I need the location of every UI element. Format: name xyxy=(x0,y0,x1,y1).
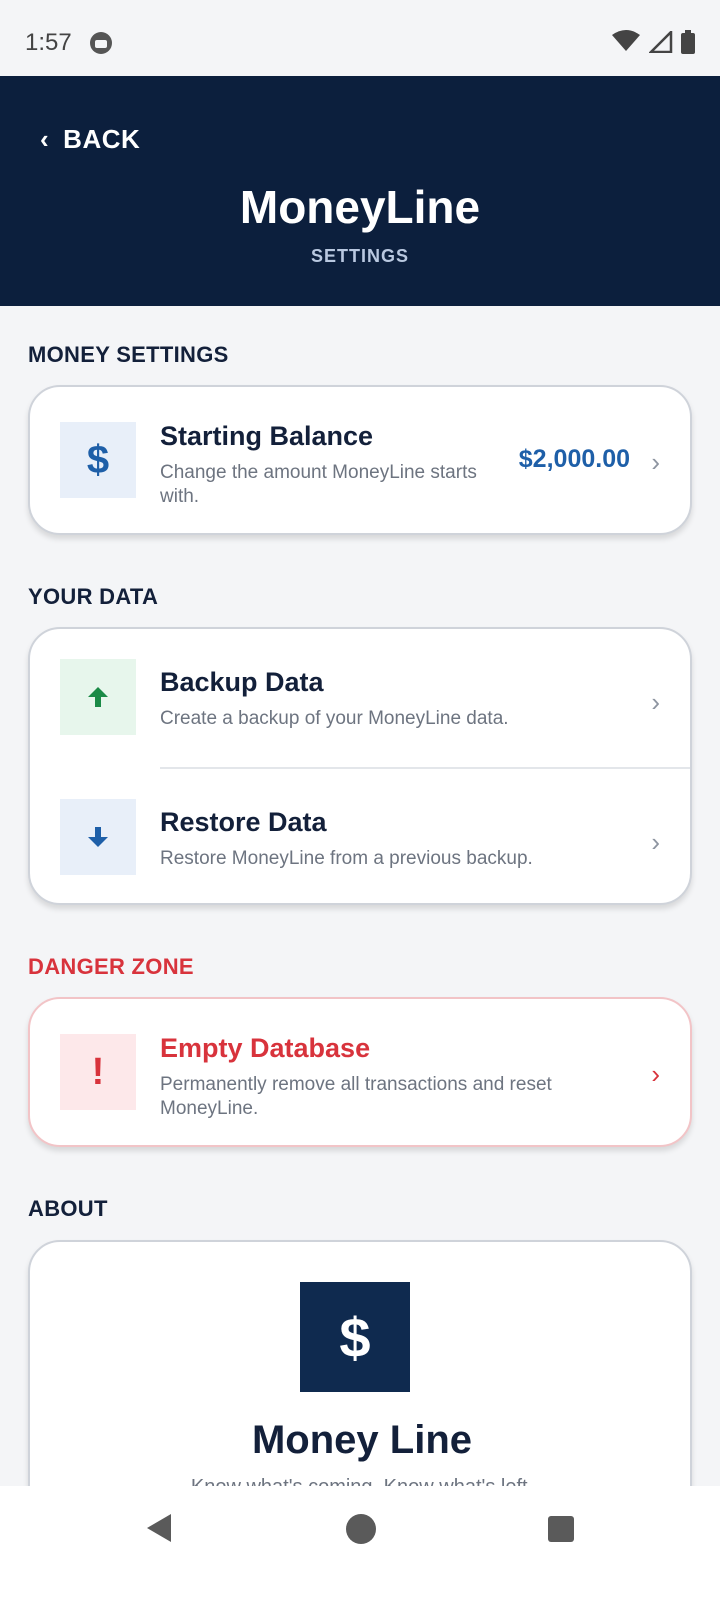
section-label-about: ABOUT xyxy=(28,1196,108,1221)
starting-balance-value: $2,000.00 xyxy=(518,445,630,473)
battery-icon xyxy=(681,30,695,54)
arrow-down-icon xyxy=(60,799,136,875)
backup-data-title: Backup Data xyxy=(160,667,324,697)
restore-data-title: Restore Data xyxy=(160,807,327,837)
back-label: BACK xyxy=(63,124,141,154)
nav-back-icon[interactable] xyxy=(145,1512,173,1544)
starting-balance-description: Change the amount MoneyLine starts with. xyxy=(160,462,477,507)
chevron-right-icon: › xyxy=(651,827,660,857)
dollar-icon: $ xyxy=(339,1305,371,1369)
exclamation-icon: ! xyxy=(60,1034,136,1110)
empty-database-description: Permanently remove all transactions and … xyxy=(160,1074,552,1119)
about-app-name: Money Line xyxy=(251,1418,473,1462)
backup-data-description: Create a backup of your MoneyLine data. xyxy=(160,708,509,729)
money-settings-card: $ Starting Balance Change the amount Mon… xyxy=(28,385,692,535)
chevron-right-icon: › xyxy=(651,1059,660,1089)
backup-data-row[interactable]: Backup Data Create a backup of your Mone… xyxy=(30,629,690,767)
wifi-icon xyxy=(612,30,640,51)
restore-data-row[interactable]: Restore Data Restore MoneyLine from a pr… xyxy=(30,769,690,903)
chevron-left-icon: ‹ xyxy=(40,124,50,154)
chevron-right-icon: › xyxy=(651,687,660,717)
chevron-right-icon: › xyxy=(651,447,660,477)
status-bar: 1:57 xyxy=(0,0,720,76)
empty-database-row[interactable]: ! Empty Database Permanently remove all … xyxy=(30,999,690,1145)
empty-database-title: Empty Database xyxy=(160,1033,371,1063)
restore-data-description: Restore MoneyLine from a previous backup… xyxy=(160,848,533,869)
system-nav-bar xyxy=(0,1486,720,1600)
page-title: MoneyLine xyxy=(239,181,481,233)
back-button[interactable]: ‹ BACK xyxy=(40,124,140,155)
starting-balance-row[interactable]: $ Starting Balance Change the amount Mon… xyxy=(30,387,690,533)
arrow-up-icon xyxy=(60,659,136,735)
section-label-danger-zone: DANGER ZONE xyxy=(28,954,194,979)
app-logo: $ xyxy=(300,1282,410,1392)
your-data-card: Backup Data Create a backup of your Mone… xyxy=(28,627,692,905)
nav-home-icon[interactable] xyxy=(346,1514,376,1544)
app-header: ‹ BACK MoneyLine SETTINGS xyxy=(0,76,720,306)
starting-balance-title: Starting Balance xyxy=(160,421,374,451)
status-time: 1:57 xyxy=(25,29,72,56)
notification-icon xyxy=(90,32,112,54)
page-subtitle: SETTINGS xyxy=(310,246,409,266)
section-label-your-data: YOUR DATA xyxy=(28,584,159,609)
section-label-money-settings: MONEY SETTINGS xyxy=(28,342,229,367)
dollar-icon: $ xyxy=(60,422,136,498)
signal-icon xyxy=(649,31,673,53)
nav-recents-icon[interactable] xyxy=(548,1516,574,1542)
danger-zone-card: ! Empty Database Permanently remove all … xyxy=(28,997,692,1147)
